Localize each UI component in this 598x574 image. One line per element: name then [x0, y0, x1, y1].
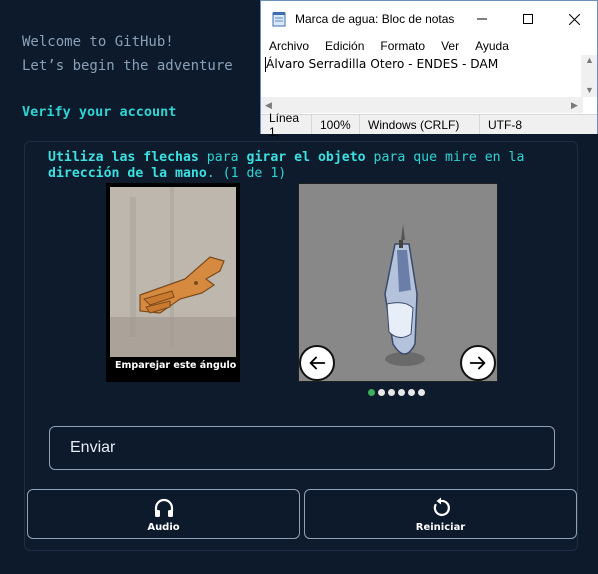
reference-image-box: Emparejar este ángulo	[106, 183, 240, 382]
audio-label: Audio	[147, 521, 180, 533]
instruction-part: para	[206, 150, 247, 165]
scroll-down-arrow-icon[interactable]: ▼	[585, 85, 594, 95]
scroll-right-arrow-icon[interactable]: ▶	[571, 100, 578, 111]
menu-item-ver[interactable]: Ver	[441, 39, 459, 53]
maximize-icon	[523, 14, 533, 24]
page-dots	[368, 389, 425, 396]
vertical-scrollbar[interactable]: ▲ ▼	[581, 55, 597, 97]
menu-item-formato[interactable]: Formato	[380, 39, 425, 53]
rotate-right-button[interactable]	[460, 345, 496, 381]
left-arrow-icon	[309, 356, 326, 370]
status-line-endings: Windows (CRLF)	[359, 115, 479, 134]
notepad-content: Álvaro Serradilla Otero - ENDES - DAM	[266, 57, 499, 71]
instruction-part: girar el objeto	[246, 150, 374, 165]
page-dot[interactable]	[368, 389, 375, 396]
status-zoom: 100%	[311, 115, 359, 134]
verify-heading: Verify your account	[22, 104, 177, 120]
menu-item-archivo[interactable]: Archivo	[269, 39, 309, 53]
welcome-line-2: Let’s begin the adventure	[22, 58, 233, 74]
page-dot[interactable]	[388, 389, 395, 396]
notepad-window-controls	[459, 1, 597, 37]
notepad-title: Marca de agua: Bloc de notas	[295, 12, 455, 26]
notepad-icon	[272, 12, 286, 27]
refresh-icon	[433, 497, 450, 516]
instruction-part: Utiliza las flechas	[48, 150, 207, 165]
right-arrow-icon	[469, 356, 486, 370]
close-button[interactable]	[551, 1, 597, 37]
menu-item-edición[interactable]: Edición	[325, 39, 364, 53]
instruction-part: dirección de la mano	[48, 166, 207, 181]
maximize-button[interactable]	[505, 1, 551, 37]
page-dot[interactable]	[378, 389, 385, 396]
scroll-left-arrow-icon[interactable]: ◀	[265, 100, 272, 111]
notepad-window: Marca de agua: Bloc de notas Archivo Edic…	[260, 0, 598, 139]
rotate-left-button[interactable]	[299, 345, 335, 381]
notepad-menubar: Archivo Edición Formato Ver Ayuda	[261, 37, 597, 55]
reference-label: Emparejar este ángulo	[115, 360, 237, 371]
github-welcome: Welcome to GitHub! Let’s begin the adven…	[22, 30, 233, 78]
horizontal-scrollbar[interactable]: ◀ ▶	[261, 97, 583, 113]
instruction-part: para que mire en la	[373, 150, 525, 165]
notepad-statusbar: Línea 1, 100% Windows (CRLF) UTF-8	[261, 110, 597, 139]
reference-hand-image	[110, 187, 236, 357]
welcome-line-1: Welcome to GitHub!	[22, 34, 174, 50]
page-dot[interactable]	[408, 389, 415, 396]
notepad-text-area[interactable]: Álvaro Serradilla Otero - ENDES - DAM	[263, 57, 581, 97]
status-position: Línea 1,	[269, 110, 300, 139]
instruction-part: . (1 de 1)	[206, 166, 287, 181]
reset-label: Reiniciar	[415, 521, 466, 533]
page-dot[interactable]	[418, 389, 425, 396]
minimize-button[interactable]	[459, 1, 505, 37]
minimize-icon	[477, 18, 487, 20]
menu-item-ayuda[interactable]: Ayuda	[475, 39, 509, 53]
close-icon	[568, 13, 580, 25]
scroll-up-arrow-icon[interactable]: ▲	[585, 55, 594, 65]
reset-button[interactable]: Reiniciar	[304, 489, 577, 539]
headphones-icon	[154, 498, 173, 517]
captcha-instruction: Utiliza las flechas para girar el objeto…	[48, 150, 558, 182]
audio-button[interactable]: Audio	[27, 489, 300, 539]
status-encoding: UTF-8	[479, 115, 530, 134]
submit-button[interactable]: Enviar	[49, 426, 555, 470]
page-dot[interactable]	[398, 389, 405, 396]
